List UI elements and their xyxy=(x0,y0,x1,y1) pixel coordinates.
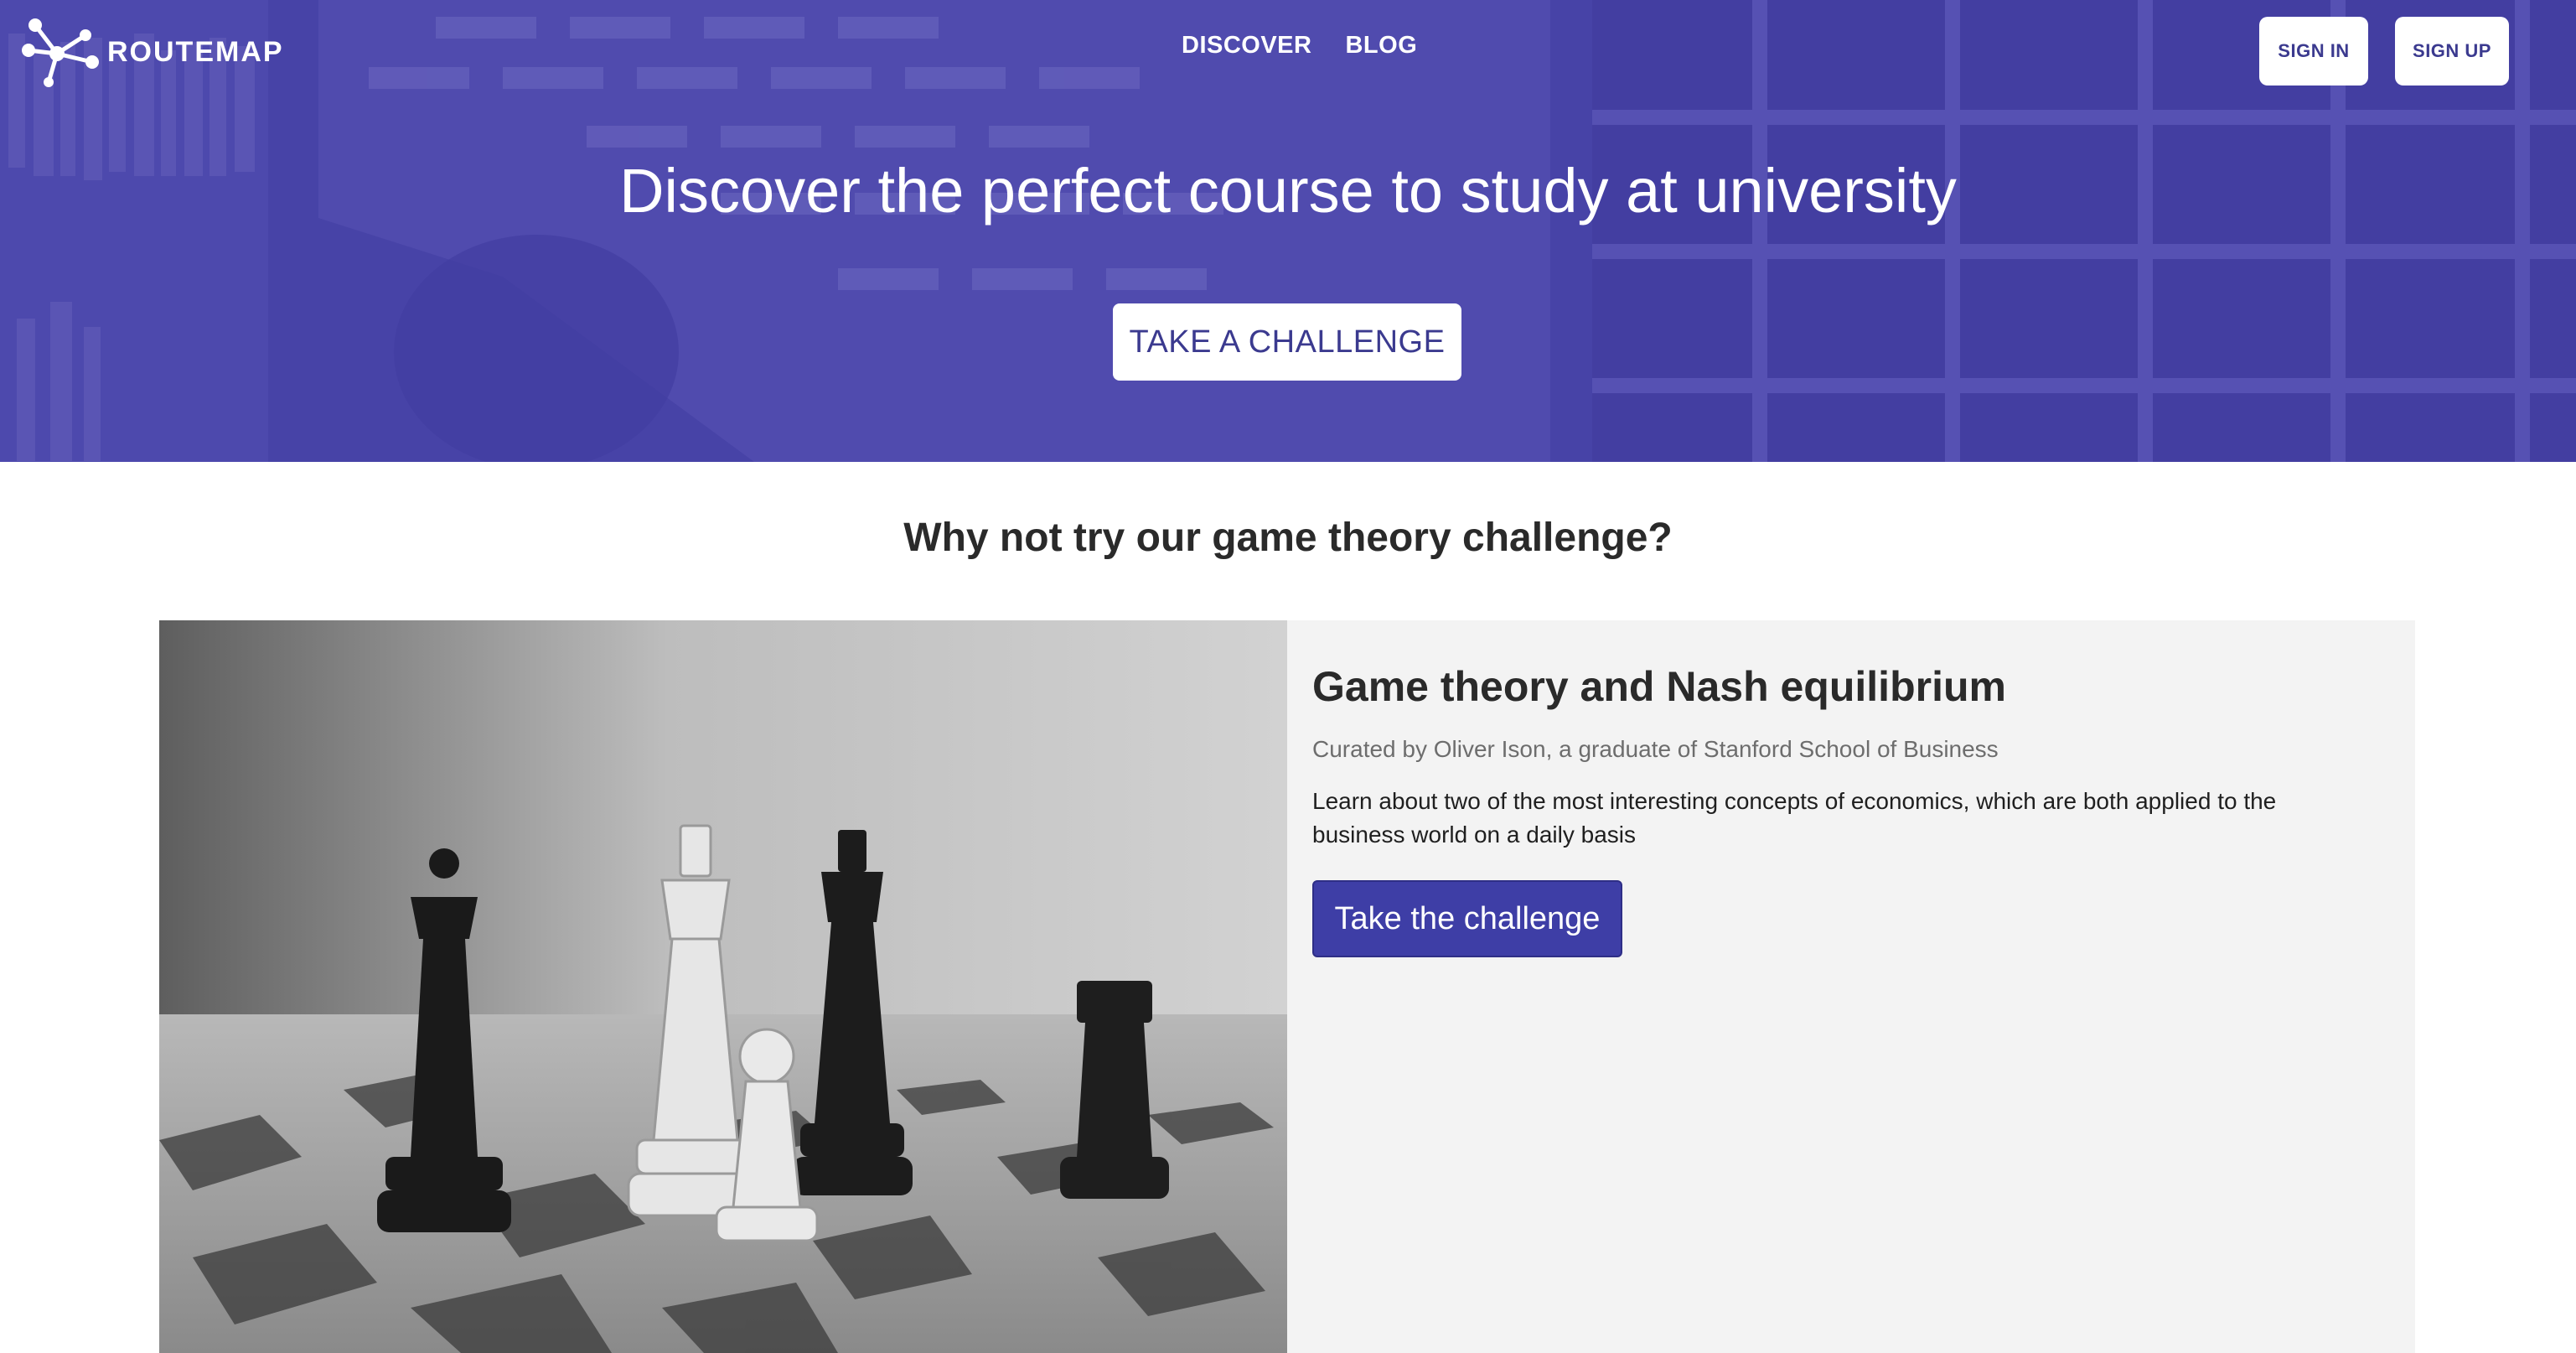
brand-name: ROUTEMAP xyxy=(107,35,284,68)
nav-discover[interactable]: DISCOVER xyxy=(1182,32,1311,60)
sign-up-button[interactable]: SIGN UP xyxy=(2395,17,2509,86)
network-nodes-icon xyxy=(22,18,99,87)
sign-in-button[interactable]: SIGN IN xyxy=(2259,17,2368,86)
main-nav: DISCOVER BLOG xyxy=(1182,32,1417,60)
hero-banner: ROUTEMAP DISCOVER BLOG SIGN IN SIGN UP D… xyxy=(0,0,2576,462)
hero-title: Discover the perfect course to study at … xyxy=(619,156,1957,226)
card-description: Learn about two of the most interesting … xyxy=(1312,788,2277,848)
routemap-logo[interactable]: ROUTEMAP xyxy=(18,17,284,87)
hero-color-overlay xyxy=(0,0,2576,462)
card-curator: Curated by Oliver Ison, a graduate of St… xyxy=(1312,736,1999,762)
nav-blog[interactable]: BLOG xyxy=(1345,32,1417,60)
take-the-challenge-button[interactable]: Take the challenge xyxy=(1312,880,1622,957)
card-title: Game theory and Nash equilibrium xyxy=(1312,663,2006,710)
challenge-card: Game theory and Nash equilibrium Curated… xyxy=(159,620,2415,1353)
chess-pieces-photo xyxy=(159,620,1287,1353)
take-a-challenge-button[interactable]: TAKE A CHALLENGE xyxy=(1113,303,1461,381)
section-title: Why not try our game theory challenge? xyxy=(903,516,1673,560)
